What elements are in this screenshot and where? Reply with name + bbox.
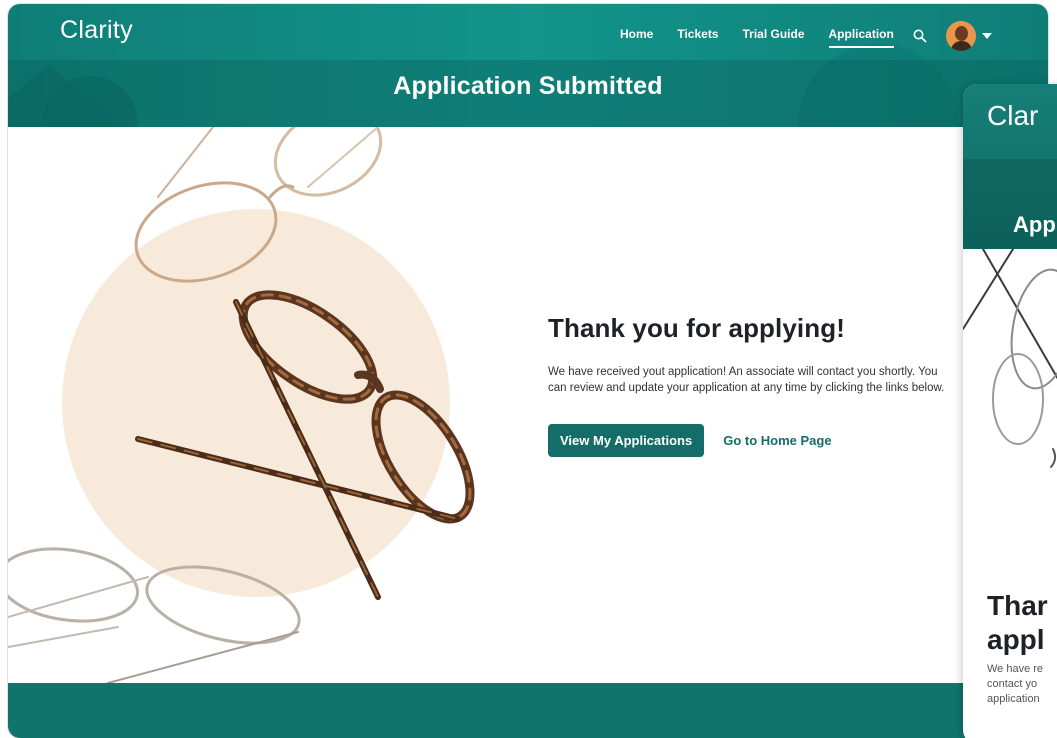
- top-nav: Home Tickets Trial Guide Application: [620, 21, 992, 51]
- eyeglasses-illustration: [8, 127, 475, 683]
- mobile-text-line: contact yo: [987, 678, 1038, 690]
- main-content: Thank you for applying! We have received…: [8, 127, 1048, 683]
- chevron-down-icon[interactable]: [981, 33, 992, 39]
- mobile-page-title: App: [1013, 212, 1056, 237]
- avatar-face: [954, 26, 968, 41]
- confirmation-message: Thank you for applying! We have received…: [548, 313, 948, 457]
- mobile-preview: Clar App Thar appl We have re contact yo…: [963, 84, 1057, 738]
- mobile-brand-logo[interactable]: Clar: [987, 100, 1038, 132]
- page-title: Application Submitted: [393, 72, 663, 100]
- confirmation-text: We have received yout application! An as…: [548, 366, 945, 394]
- nav-tickets[interactable]: Tickets: [677, 27, 718, 45]
- mobile-heading-line: Thar: [987, 590, 1048, 621]
- mobile-confirmation-heading: Thar appl: [987, 589, 1048, 657]
- search-icon[interactable]: [912, 28, 928, 44]
- desktop-screen: Clarity Home Tickets Trial Guide Applica…: [8, 4, 1048, 738]
- go-to-home-page-link[interactable]: Go to Home Page: [723, 433, 831, 448]
- header-banner: Clarity Home Tickets Trial Guide Applica…: [8, 4, 1048, 127]
- action-group: View My Applications Go to Home Page: [548, 424, 948, 457]
- footer-band: [8, 683, 1048, 738]
- mobile-heading-line: appl: [987, 624, 1045, 655]
- mobile-confirmation-text: We have re contact yo application: [987, 662, 1043, 707]
- mobile-header: Clar App: [963, 84, 1057, 249]
- mobile-text-line: We have re: [987, 663, 1044, 675]
- view-my-applications-button[interactable]: View My Applications: [548, 424, 705, 457]
- confirmation-heading: Thank you for applying!: [548, 313, 845, 343]
- brand-logo[interactable]: Clarity: [60, 16, 133, 45]
- mobile-text-line: application: [987, 693, 1040, 705]
- nav-home[interactable]: Home: [620, 27, 653, 45]
- avatar[interactable]: [945, 21, 976, 51]
- nav-trial-guide[interactable]: Trial Guide: [742, 27, 804, 45]
- nav-application[interactable]: Application: [828, 27, 895, 48]
- avatar-body: [950, 41, 972, 51]
- mobile-eyeglasses-illustration: [963, 249, 1057, 468]
